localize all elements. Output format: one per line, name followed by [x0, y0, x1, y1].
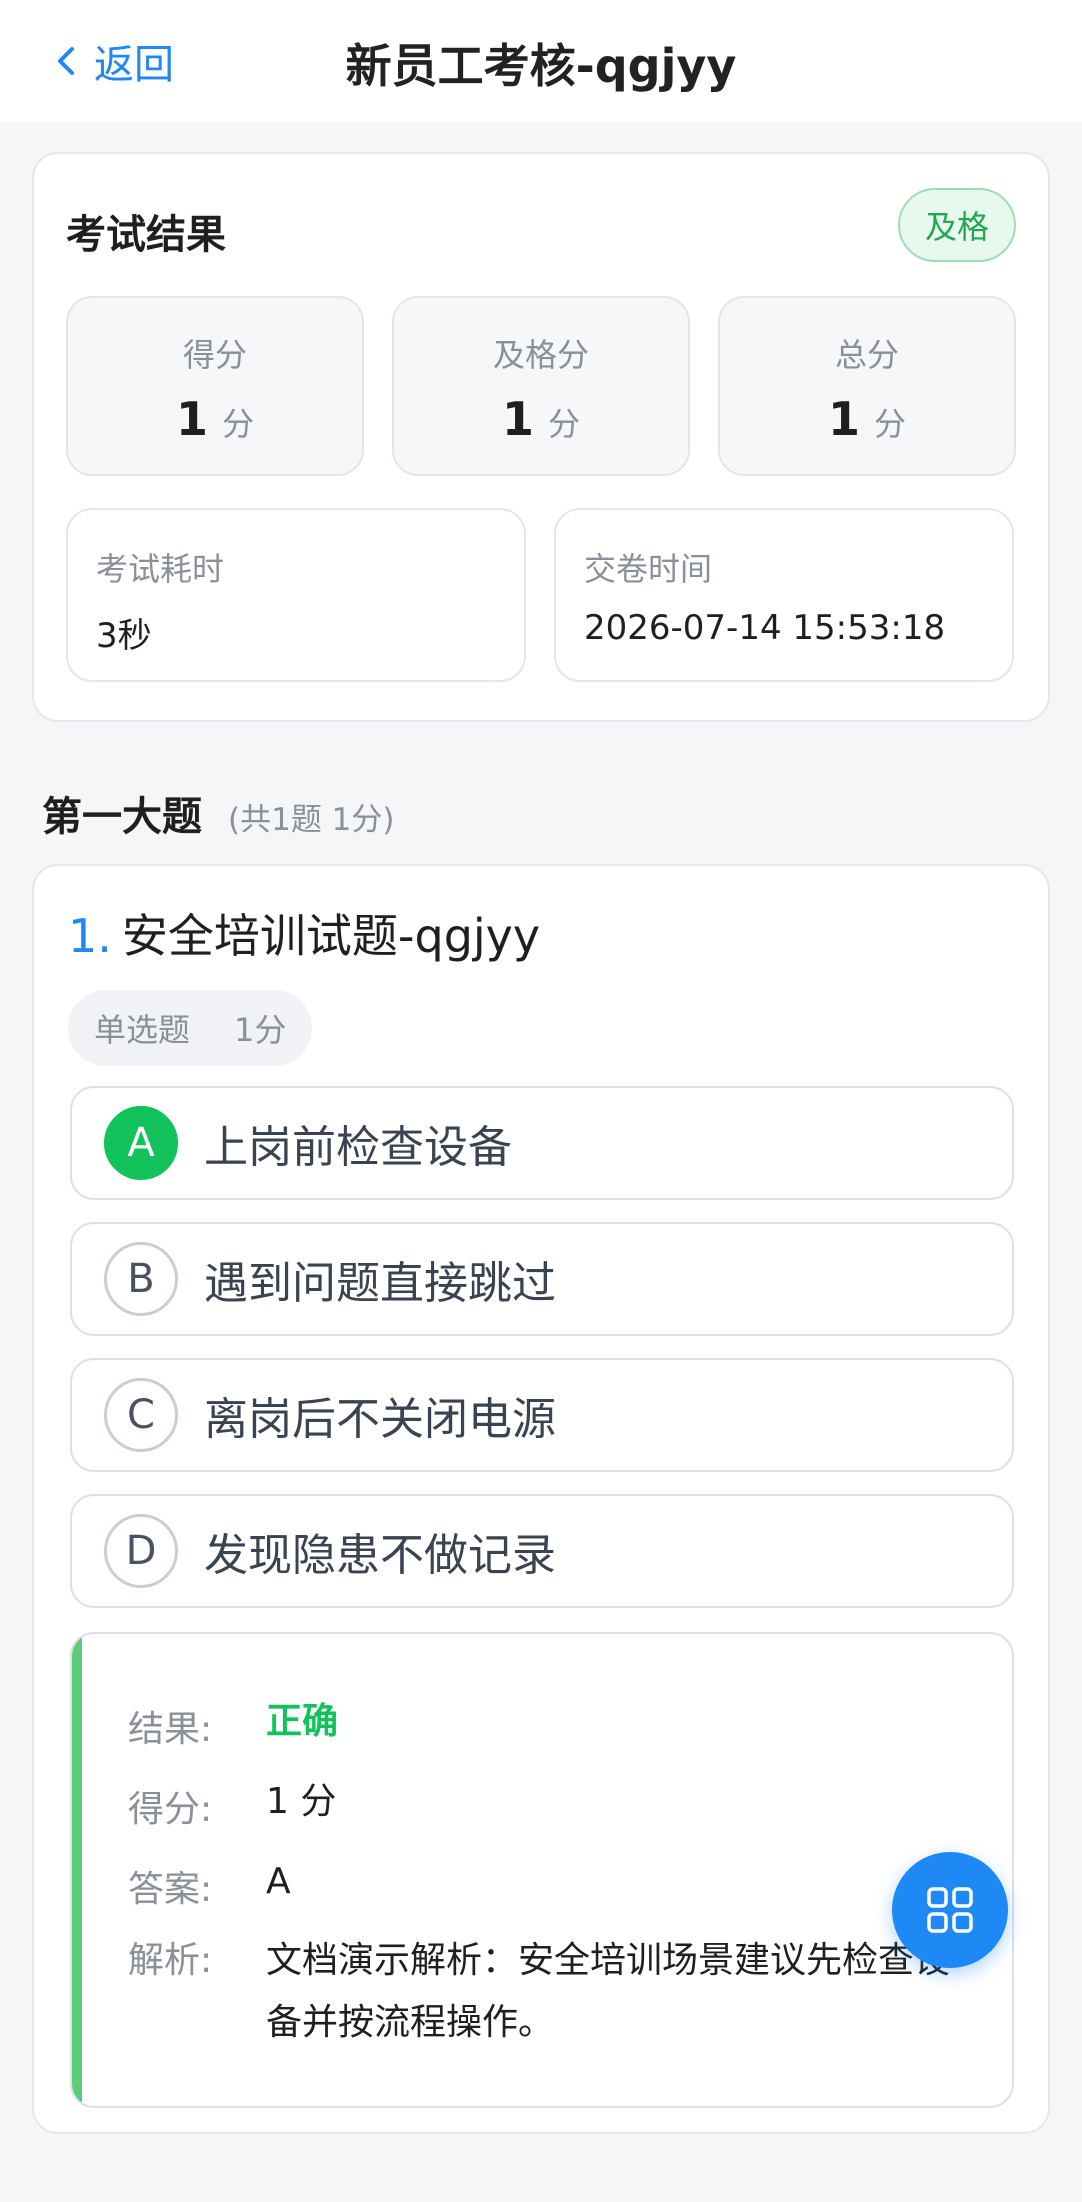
answer-score-value: 1 分	[266, 1781, 337, 1822]
section-subtitle: (共1题 1分)	[228, 802, 395, 838]
section-header: 第一大题 (共1题 1分)	[42, 784, 395, 842]
pass-score-stat: 及格分 1分	[392, 296, 690, 476]
page-title: 新员工考核-qgjyy	[345, 39, 737, 93]
pass-score-unit: 分	[548, 405, 581, 443]
option-letter: D	[104, 1514, 178, 1588]
total-score-unit: 分	[874, 405, 907, 443]
answer-score-label: 得分:	[128, 1789, 213, 1830]
option-a[interactable]: A 上岗前检查设备	[70, 1086, 1014, 1200]
explanation-value: 文档演示解析：安全培训场景建议先检查设备并按流程操作。	[266, 1940, 951, 2043]
question-text: 安全培训试题-qgjyy	[121, 909, 541, 963]
question-type-tag: 单选题 1分	[68, 990, 313, 1066]
option-text: 上岗前检查设备	[204, 1122, 512, 1173]
pass-score-label: 及格分	[492, 336, 589, 374]
duration-box: 考试耗时 3秒	[66, 508, 526, 682]
explanation-label: 解析:	[128, 1940, 213, 1981]
answer-label: 答案:	[128, 1869, 213, 1910]
option-letter: C	[104, 1378, 178, 1452]
total-score-label: 总分	[834, 336, 899, 374]
score-stat: 得分 1分	[66, 296, 364, 476]
option-text: 遇到问题直接跳过	[204, 1258, 556, 1309]
score-unit: 分	[222, 405, 255, 443]
answer-analysis-box: 结果: 正确 得分: 1 分 答案: A 解析: 文档演示解析：安全培训场景建议…	[70, 1632, 1014, 2108]
score-value: 1	[175, 392, 208, 446]
duration-label: 考试耗时	[96, 550, 225, 588]
score-label: 得分	[182, 336, 247, 374]
question-points: 1分	[234, 1011, 287, 1049]
option-letter: A	[104, 1106, 178, 1180]
answer-sheet-button[interactable]	[892, 1852, 1008, 1968]
option-b[interactable]: B 遇到问题直接跳过	[70, 1222, 1014, 1336]
submit-time-value: 2026-07-14 15:53:18	[584, 608, 946, 648]
grid-icon	[927, 1887, 973, 1933]
section-title: 第一大题	[42, 794, 202, 840]
result-value: 正确	[266, 1701, 339, 1742]
total-score-value: 1	[827, 392, 860, 446]
duration-value: 3秒	[96, 616, 152, 656]
question-card: 1. 安全培训试题-qgjyy 单选题 1分 A 上岗前检查设备 B 遇到问题直接…	[32, 864, 1050, 2134]
option-c[interactable]: C 离岗后不关闭电源	[70, 1358, 1014, 1472]
result-label: 结果:	[128, 1709, 213, 1750]
top-nav-bar: 返回 新员工考核-qgjyy	[0, 0, 1082, 122]
submit-time-box: 交卷时间 2026-07-14 15:53:18	[554, 508, 1014, 682]
question-title: 1. 安全培训试题-qgjyy	[68, 900, 540, 966]
pass-score-value: 1	[501, 392, 534, 446]
option-d[interactable]: D 发现隐患不做记录	[70, 1494, 1014, 1608]
submit-time-label: 交卷时间	[584, 550, 713, 588]
exam-result-card: 考试结果 及格 得分 1分 及格分 1分 总分 1分 考试耗时 3秒 交卷时间 …	[32, 152, 1050, 722]
question-type: 单选题	[94, 1011, 191, 1049]
total-score-stat: 总分 1分	[718, 296, 1016, 476]
question-number: 1.	[68, 909, 112, 963]
status-badge: 及格	[898, 188, 1016, 262]
option-letter: B	[104, 1242, 178, 1316]
result-indicator-bar	[72, 1634, 82, 2106]
option-text: 离岗后不关闭电源	[204, 1394, 556, 1445]
option-text: 发现隐患不做记录	[204, 1530, 556, 1581]
answer-value: A	[266, 1861, 291, 1902]
result-title: 考试结果	[66, 212, 226, 258]
